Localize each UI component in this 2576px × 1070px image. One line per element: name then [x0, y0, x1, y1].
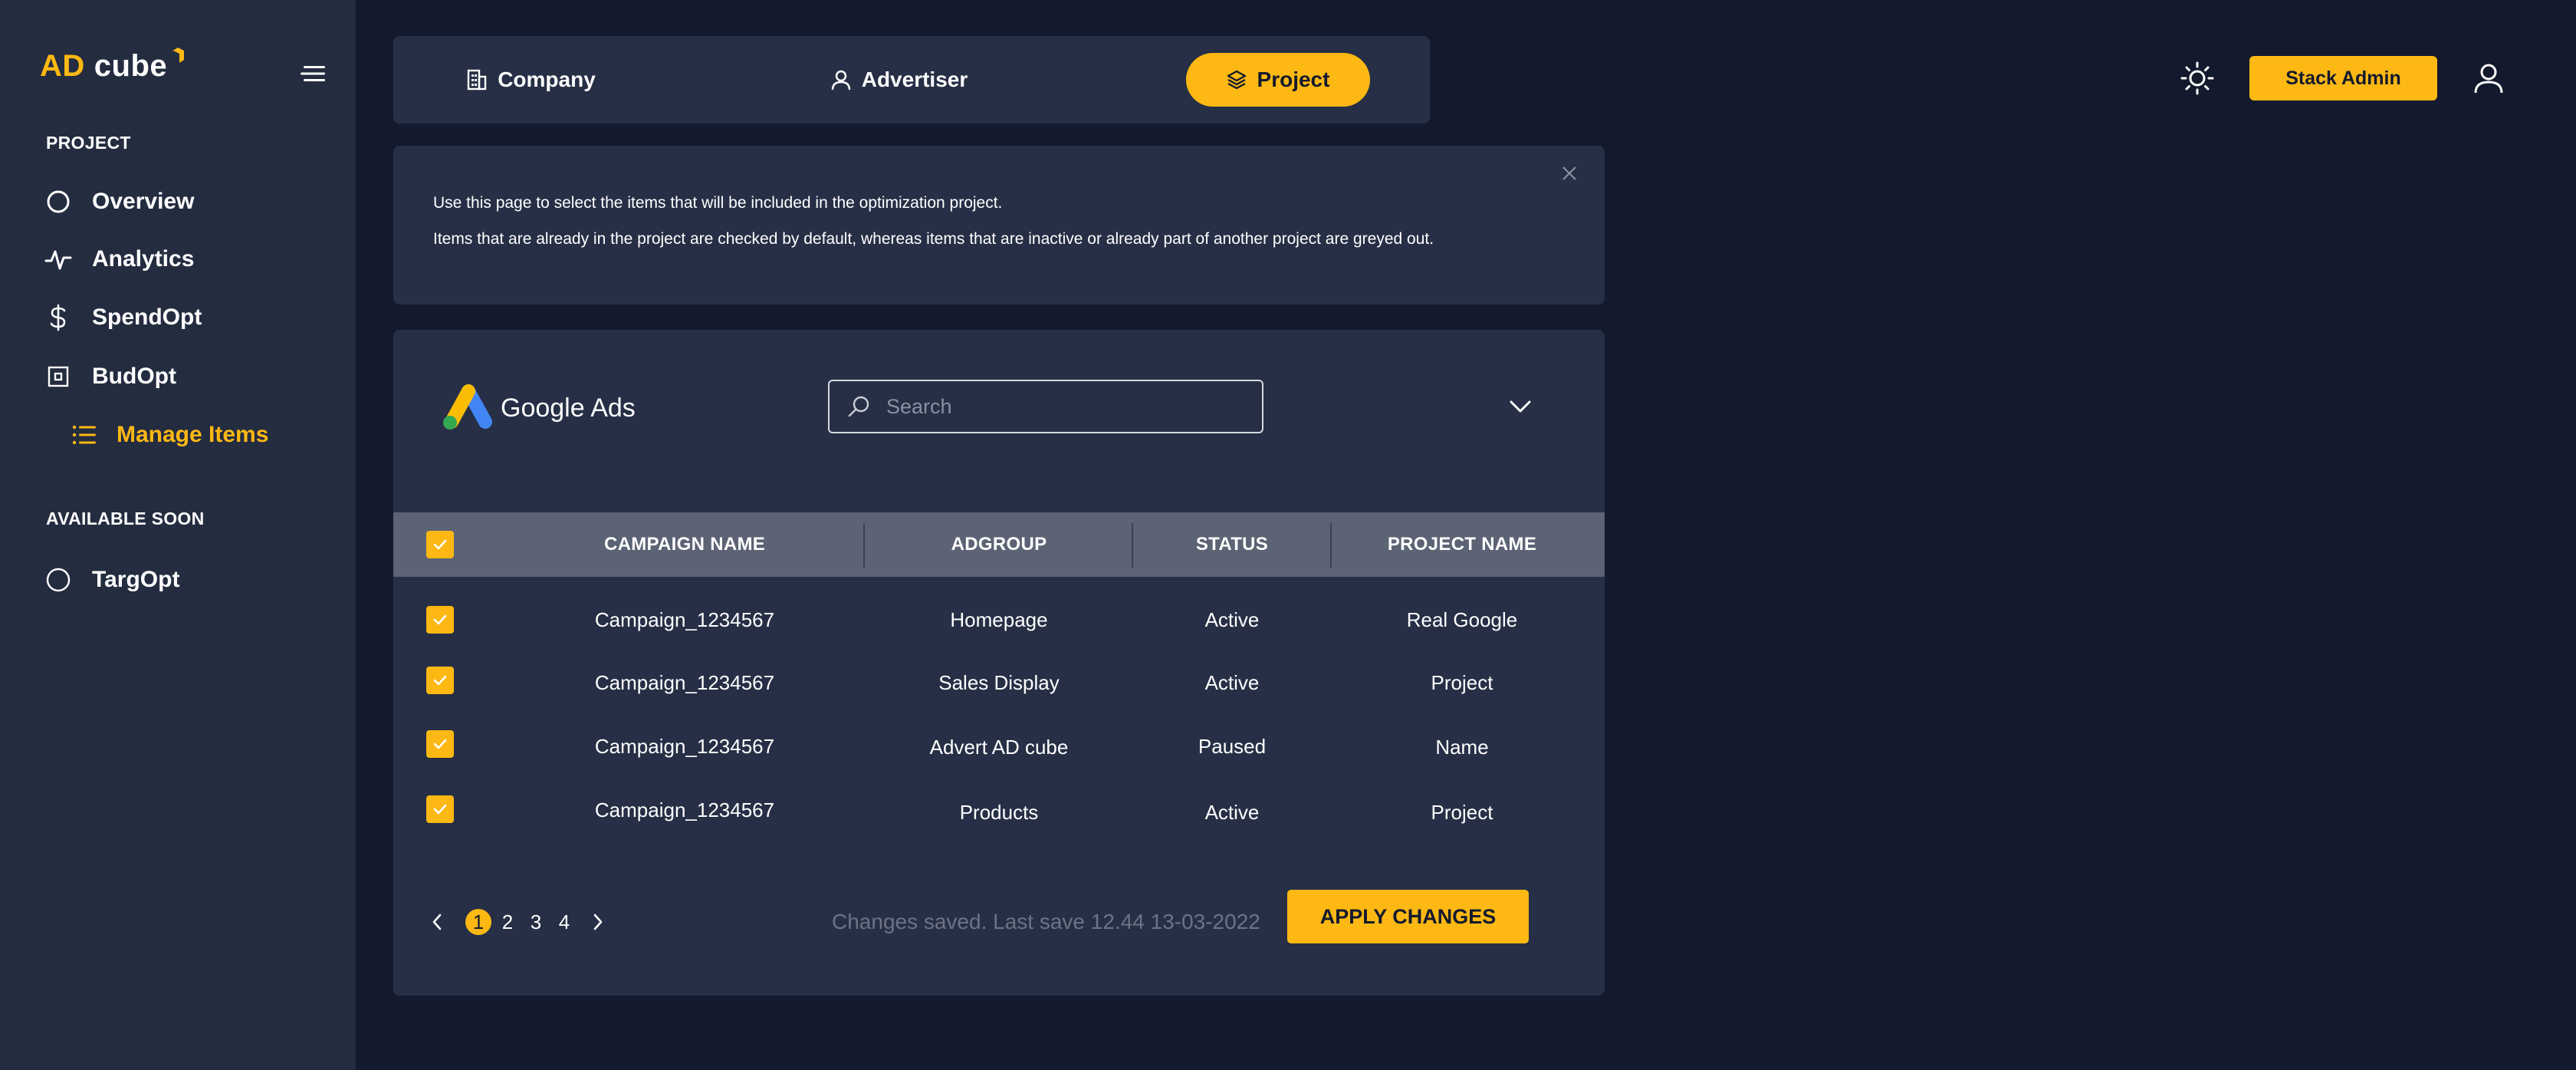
tab-project[interactable]: Project — [1186, 53, 1370, 107]
sidebar-item-label: BudOpt — [92, 364, 176, 389]
page-button-1[interactable]: 1 — [465, 909, 491, 935]
platform-name: Google Ads — [501, 393, 636, 423]
google-ads-logo: Google Ads — [439, 384, 636, 433]
sidebar: AD cube PROJECT Overview Analytics Spend… — [0, 0, 356, 1070]
check-icon — [433, 675, 447, 686]
page-button-2[interactable]: 2 — [499, 907, 516, 937]
account-menu-button[interactable]: Stack Admin — [2249, 56, 2437, 100]
circle-icon — [44, 188, 72, 216]
items-card: Google Ads CAMPAIGN NAME ADGROUP STATUS … — [393, 330, 1605, 996]
cell-campaign-name: Campaign_1234567 — [594, 734, 775, 758]
column-header-project-name[interactable]: PROJECT NAME — [1332, 512, 1592, 577]
next-page-chevron-right-icon[interactable] — [590, 907, 606, 937]
check-icon — [433, 739, 447, 749]
user-profile-icon[interactable] — [2472, 61, 2505, 95]
building-icon — [468, 69, 487, 91]
sidebar-item-label: Overview — [92, 189, 195, 214]
sidebar-item-analytics[interactable]: Analytics — [44, 241, 194, 278]
prev-page-chevron-left-icon[interactable] — [429, 907, 445, 937]
cell-status: Active — [1204, 670, 1260, 694]
check-icon — [433, 614, 447, 625]
close-icon[interactable] — [1560, 164, 1579, 183]
sidebar-item-spendopt[interactable]: SpendOpt — [44, 299, 202, 336]
table-header: CAMPAIGN NAME ADGROUP STATUS PROJECT NAM… — [393, 512, 1605, 577]
sidebar-item-label: SpendOpt — [92, 305, 202, 330]
google-ads-icon — [443, 384, 492, 430]
page-button-3[interactable]: 3 — [527, 907, 544, 937]
tab-label: Company — [498, 67, 596, 91]
tab-label: Advertiser — [861, 67, 968, 91]
layers-icon — [1227, 70, 1246, 90]
cell-adgroup: Homepage — [950, 607, 1048, 631]
sidebar-item-overview[interactable]: Overview — [44, 183, 194, 220]
page-button-4[interactable]: 4 — [556, 907, 573, 937]
sidebar-item-manage-items[interactable]: Manage Items — [71, 416, 268, 453]
logo-cube-icon — [170, 48, 185, 63]
cell-status: Active — [1204, 607, 1260, 631]
save-status-text: Changes saved. Last save 12.44 13-03-202… — [832, 910, 1260, 933]
list-icon — [71, 421, 98, 449]
cell-campaign-name: Campaign_1234567 — [594, 798, 775, 821]
cell-adgroup: Advert AD cube — [929, 735, 1069, 759]
dollar-icon — [44, 304, 72, 331]
column-header-adgroup[interactable]: ADGROUP — [865, 512, 1133, 577]
theme-toggle-sun-icon[interactable] — [2180, 61, 2214, 95]
square-box-icon — [44, 363, 72, 390]
pulse-icon — [44, 245, 72, 273]
chevron-down-icon[interactable] — [1507, 395, 1533, 418]
check-icon — [433, 804, 447, 815]
cell-campaign-name: Campaign_1234567 — [594, 607, 775, 631]
row-checkbox[interactable] — [426, 795, 454, 823]
search-input[interactable] — [885, 393, 1237, 420]
logo-cube-text: cube — [94, 49, 168, 83]
cell-campaign-name: Campaign_1234567 — [594, 670, 775, 694]
cell-adgroup: Products — [959, 800, 1039, 824]
cell-project-name: Project — [1431, 670, 1493, 694]
cell-status: Active — [1204, 800, 1260, 824]
section-title-available-soon: AVAILABLE SOON — [46, 509, 205, 528]
column-header-status[interactable]: STATUS — [1133, 512, 1331, 577]
check-icon — [433, 539, 447, 550]
tab-advertiser[interactable]: Advertiser — [823, 53, 976, 107]
tab-company[interactable]: Company — [455, 53, 608, 107]
search-icon — [848, 396, 869, 417]
cell-status: Paused — [1198, 734, 1267, 758]
row-checkbox[interactable] — [426, 667, 454, 694]
sidebar-item-budopt[interactable]: BudOpt — [44, 358, 176, 395]
sidebar-item-targopt[interactable]: TargOpt — [44, 561, 179, 598]
scope-tabs: Company Advertiser Project — [393, 36, 1430, 123]
circle-icon — [44, 566, 72, 594]
apply-changes-button[interactable]: APPLY CHANGES — [1287, 890, 1529, 943]
info-text-line-1: Use this page to select the items that w… — [433, 194, 1003, 212]
column-header-campaign-name[interactable]: CAMPAIGN NAME — [531, 512, 838, 577]
info-banner: Use this page to select the items that w… — [393, 146, 1605, 305]
sidebar-item-label: TargOpt — [92, 567, 180, 592]
sidebar-item-label: Analytics — [92, 246, 195, 272]
cell-project-name: Project — [1431, 800, 1493, 824]
row-checkbox[interactable] — [426, 606, 454, 634]
user-icon — [831, 70, 850, 91]
info-text-line-2: Items that are already in the project ar… — [433, 230, 1434, 248]
row-checkbox[interactable] — [426, 730, 454, 758]
menu-toggle-icon[interactable] — [301, 64, 327, 83]
sidebar-item-label: Manage Items — [117, 422, 269, 447]
section-title-project: PROJECT — [46, 133, 131, 153]
app-logo[interactable]: AD cube — [40, 48, 186, 84]
logo-ad-text: AD — [40, 49, 85, 83]
cell-project-name: Real Google — [1406, 607, 1518, 631]
search-box — [828, 380, 1263, 433]
select-all-checkbox[interactable] — [426, 531, 454, 558]
cell-adgroup: Sales Display — [938, 670, 1060, 694]
cell-project-name: Name — [1435, 735, 1489, 759]
tab-label: Project — [1257, 67, 1330, 91]
